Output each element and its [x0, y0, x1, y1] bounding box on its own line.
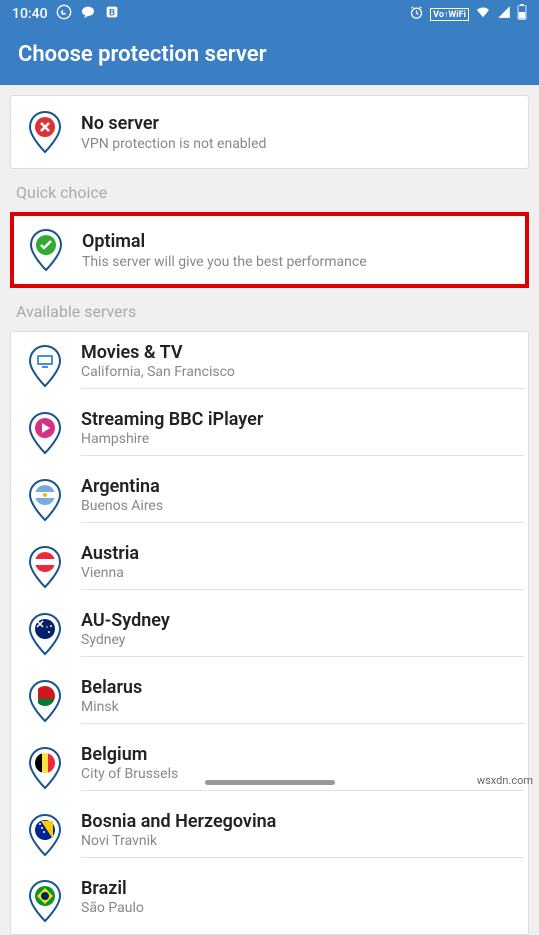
whatsapp-icon [56, 4, 72, 24]
app-bar: Choose protection server [0, 28, 539, 85]
battery-icon [517, 4, 527, 24]
server-subtitle: São Paulo [81, 900, 524, 916]
server-pin-icon [27, 545, 63, 589]
server-pin-icon [27, 612, 63, 656]
wifi-icon [475, 5, 491, 23]
status-right: Vo↑WiFi [409, 4, 527, 24]
server-text: BrazilSão Paulo [81, 878, 524, 924]
server-text: ArgentinaBuenos Aires [81, 476, 524, 523]
no-server-text: No server VPN protection is not enabled [81, 113, 266, 152]
server-subtitle: California, San Francisco [81, 364, 524, 380]
server-pin-icon [27, 679, 63, 723]
server-pin-icon [27, 411, 63, 455]
signal-icon [497, 5, 511, 23]
status-bar: 10:40 B Vo↑WiFi [0, 0, 539, 28]
svg-text:B: B [109, 7, 115, 18]
server-text: Movies & TVCalifornia, San Francisco [81, 342, 524, 389]
optimal-subtitle: This server will give you the best perfo… [82, 254, 367, 270]
server-text: BelarusMinsk [81, 677, 524, 724]
server-title: AU-Sydney [81, 610, 524, 631]
optimal-icon [28, 228, 64, 272]
no-server-card[interactable]: No server VPN protection is not enabled [10, 95, 529, 169]
server-text: Bosnia and HerzegovinaNovi Travnik [81, 811, 524, 858]
server-text: AU-SydneySydney [81, 610, 524, 657]
no-server-subtitle: VPN protection is not enabled [81, 136, 266, 152]
server-subtitle: Minsk [81, 699, 524, 715]
server-item[interactable]: BelarusMinsk [23, 667, 528, 734]
server-title: Belarus [81, 677, 524, 698]
server-item[interactable]: ArgentinaBuenos Aires [23, 466, 528, 533]
alarm-icon [409, 5, 424, 24]
server-title: Brazil [81, 878, 524, 899]
server-text: Streaming BBC iPlayerHampshire [81, 409, 524, 456]
server-pin-icon [27, 344, 63, 388]
optimal-title: Optimal [82, 231, 367, 252]
server-item[interactable]: AustriaVienna [23, 533, 528, 600]
page-title: Choose protection server [18, 42, 267, 67]
server-text: AustriaVienna [81, 543, 524, 590]
server-title: Belgium [81, 744, 524, 765]
optimal-text: Optimal This server will give you the be… [82, 231, 367, 270]
server-subtitle: Novi Travnik [81, 833, 524, 849]
server-title: Bosnia and Herzegovina [81, 811, 524, 832]
status-left: 10:40 B [12, 4, 120, 24]
server-subtitle: Hampshire [81, 431, 524, 447]
server-title: Argentina [81, 476, 524, 497]
notification-icon: B [104, 4, 120, 24]
no-server-icon [27, 110, 63, 154]
message-icon [80, 4, 96, 24]
server-title: Streaming BBC iPlayer [81, 409, 524, 430]
status-time: 10:40 [12, 6, 48, 22]
server-item[interactable]: Streaming BBC iPlayerHampshire [23, 399, 528, 466]
quick-choice-header: Quick choice [10, 169, 529, 212]
nav-handle[interactable] [205, 780, 335, 785]
server-item[interactable]: AU-SydneySydney [23, 600, 528, 667]
watermark: wsxdn.com [477, 774, 533, 787]
server-title: Movies & TV [81, 342, 524, 363]
server-title: Austria [81, 543, 524, 564]
server-subtitle: Vienna [81, 565, 524, 581]
optimal-card[interactable]: Optimal This server will give you the be… [10, 212, 529, 288]
server-subtitle: Buenos Aires [81, 498, 524, 514]
vowifi-badge: Vo↑WiFi [430, 8, 469, 21]
server-item[interactable]: Bosnia and HerzegovinaNovi Travnik [23, 801, 528, 868]
no-server-title: No server [81, 113, 266, 134]
server-item[interactable]: BrazilSão Paulo [23, 868, 528, 934]
server-pin-icon [27, 879, 63, 923]
server-pin-icon [27, 746, 63, 790]
server-item[interactable]: Movies & TVCalifornia, San Francisco [23, 332, 528, 399]
available-servers-header: Available servers [10, 288, 529, 331]
server-pin-icon [27, 813, 63, 857]
server-pin-icon [27, 478, 63, 522]
server-subtitle: Sydney [81, 632, 524, 648]
server-list: Movies & TVCalifornia, San Francisco Stre… [10, 331, 529, 935]
